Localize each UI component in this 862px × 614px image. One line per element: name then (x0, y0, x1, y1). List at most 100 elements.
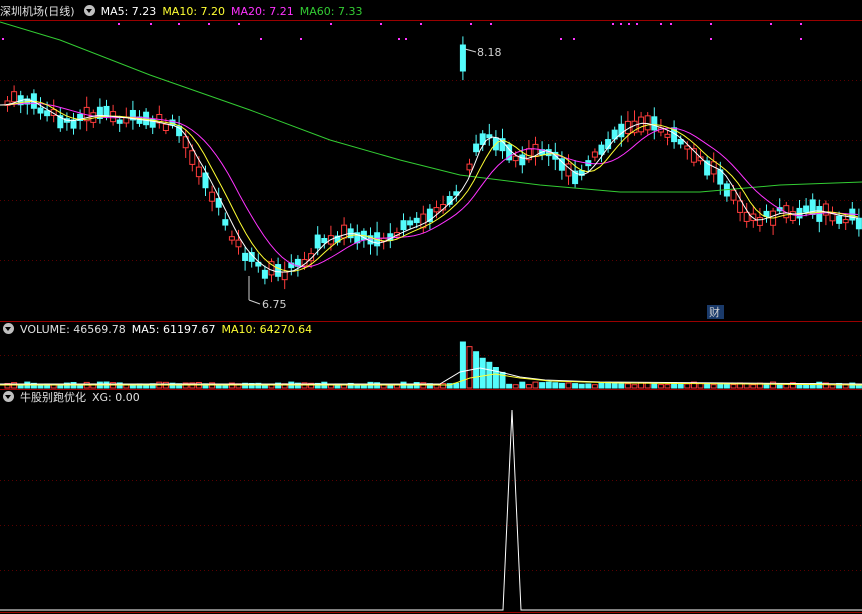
candle[interactable] (433, 207, 440, 213)
candle[interactable] (261, 269, 268, 279)
volume-bar[interactable] (466, 346, 473, 389)
volume-bar[interactable] (519, 381, 526, 389)
signal-dot (670, 23, 672, 25)
signal-dot (710, 23, 712, 25)
candle[interactable] (235, 239, 242, 248)
volume-bar[interactable] (525, 384, 532, 389)
signal-dot (770, 23, 772, 25)
chart-canvas[interactable]: 8.18 6.75 财 (0, 0, 862, 614)
volume-ma5-value: MA5: 61197.67 (131, 323, 216, 336)
volume-bar[interactable] (598, 381, 605, 389)
signal-dot (660, 23, 662, 25)
candle[interactable] (664, 133, 671, 138)
volume-bar[interactable] (506, 383, 513, 389)
xg-signal-line (0, 409, 862, 611)
signal-dot (710, 38, 712, 40)
candle[interactable] (789, 211, 796, 222)
volume-bar[interactable] (552, 382, 559, 389)
candle[interactable] (644, 115, 651, 131)
signal-dot (178, 23, 180, 25)
volume-bar[interactable] (453, 382, 460, 389)
candle[interactable] (407, 220, 414, 226)
candle[interactable] (341, 224, 348, 239)
volume-bar[interactable] (684, 383, 691, 389)
volume-bar[interactable] (657, 384, 664, 389)
signal-dot (2, 38, 4, 40)
candle[interactable] (275, 264, 282, 277)
collapse-volume-icon[interactable] (3, 323, 14, 334)
volume-bar[interactable] (611, 382, 618, 389)
candle[interactable] (314, 234, 321, 249)
volume-bar[interactable] (440, 383, 447, 389)
main-legend: 深圳机场(日线) MA5: 7.23 MA10: 7.20 MA20: 7.21 MA6… (0, 4, 368, 20)
collapse-indicator-icon[interactable] (3, 391, 14, 402)
candle[interactable] (730, 189, 737, 201)
candle[interactable] (103, 105, 110, 117)
signal-dot (573, 38, 575, 40)
volume-bar[interactable] (512, 384, 519, 389)
volume-bar[interactable] (803, 384, 810, 389)
volume-bar[interactable] (664, 384, 671, 389)
volume-bar[interactable] (578, 383, 585, 389)
candle[interactable] (803, 205, 810, 213)
candle[interactable] (37, 107, 44, 114)
collapse-main-icon[interactable] (83, 5, 95, 16)
candle[interactable] (209, 191, 216, 202)
candle[interactable] (842, 219, 849, 224)
candle[interactable] (466, 163, 473, 171)
ma60-line (0, 21, 862, 193)
volume-bars[interactable] (4, 341, 862, 389)
candle[interactable] (242, 252, 249, 261)
volume-bar[interactable] (730, 384, 737, 389)
volume-bar[interactable] (572, 383, 579, 389)
candle[interactable] (195, 166, 202, 178)
volume-bar[interactable] (750, 384, 757, 389)
candle[interactable] (756, 217, 763, 226)
volume-bar[interactable] (591, 384, 598, 389)
candle[interactable] (321, 238, 328, 244)
volume-bar[interactable] (473, 351, 480, 389)
candle[interactable] (189, 150, 196, 165)
candle[interactable] (400, 220, 407, 231)
candle[interactable] (473, 143, 480, 153)
candle[interactable] (11, 91, 18, 103)
volume-bar[interactable] (677, 383, 684, 389)
volume-bar[interactable] (545, 381, 552, 389)
candle[interactable] (162, 123, 169, 131)
candle[interactable] (459, 44, 466, 72)
signal-dot (238, 23, 240, 25)
volume-bar[interactable] (479, 357, 486, 389)
volume-bar[interactable] (532, 381, 539, 389)
volume-bar[interactable] (539, 382, 546, 389)
volume-bar[interactable] (624, 383, 631, 389)
candle[interactable] (598, 144, 605, 155)
candle[interactable] (222, 219, 229, 226)
volume-bar[interactable] (631, 384, 638, 389)
candle[interactable] (413, 217, 420, 224)
candle[interactable] (281, 271, 288, 281)
volume-bar[interactable] (710, 384, 717, 389)
candle[interactable] (512, 155, 519, 162)
signal-dot (420, 23, 422, 25)
candle[interactable] (855, 217, 862, 230)
candlesticks[interactable] (4, 36, 862, 290)
candle[interactable] (228, 236, 235, 241)
signal-dot (405, 38, 407, 40)
candle[interactable] (829, 213, 836, 222)
candle[interactable] (651, 116, 658, 131)
volume-bar[interactable] (585, 383, 592, 389)
finance-marker[interactable]: 财 (707, 305, 724, 319)
signal-dot (150, 23, 152, 25)
signal-dot (800, 23, 802, 25)
volume-bar[interactable] (651, 383, 658, 389)
candle[interactable] (763, 210, 770, 217)
candle[interactable] (44, 110, 51, 117)
volume-bar[interactable] (618, 383, 625, 389)
signal-dot (330, 23, 332, 25)
volume-bar[interactable] (558, 382, 565, 389)
candle[interactable] (591, 151, 598, 158)
candle[interactable] (116, 119, 123, 124)
candle[interactable] (519, 154, 526, 166)
volume-bar[interactable] (565, 382, 572, 389)
candle[interactable] (836, 215, 843, 224)
